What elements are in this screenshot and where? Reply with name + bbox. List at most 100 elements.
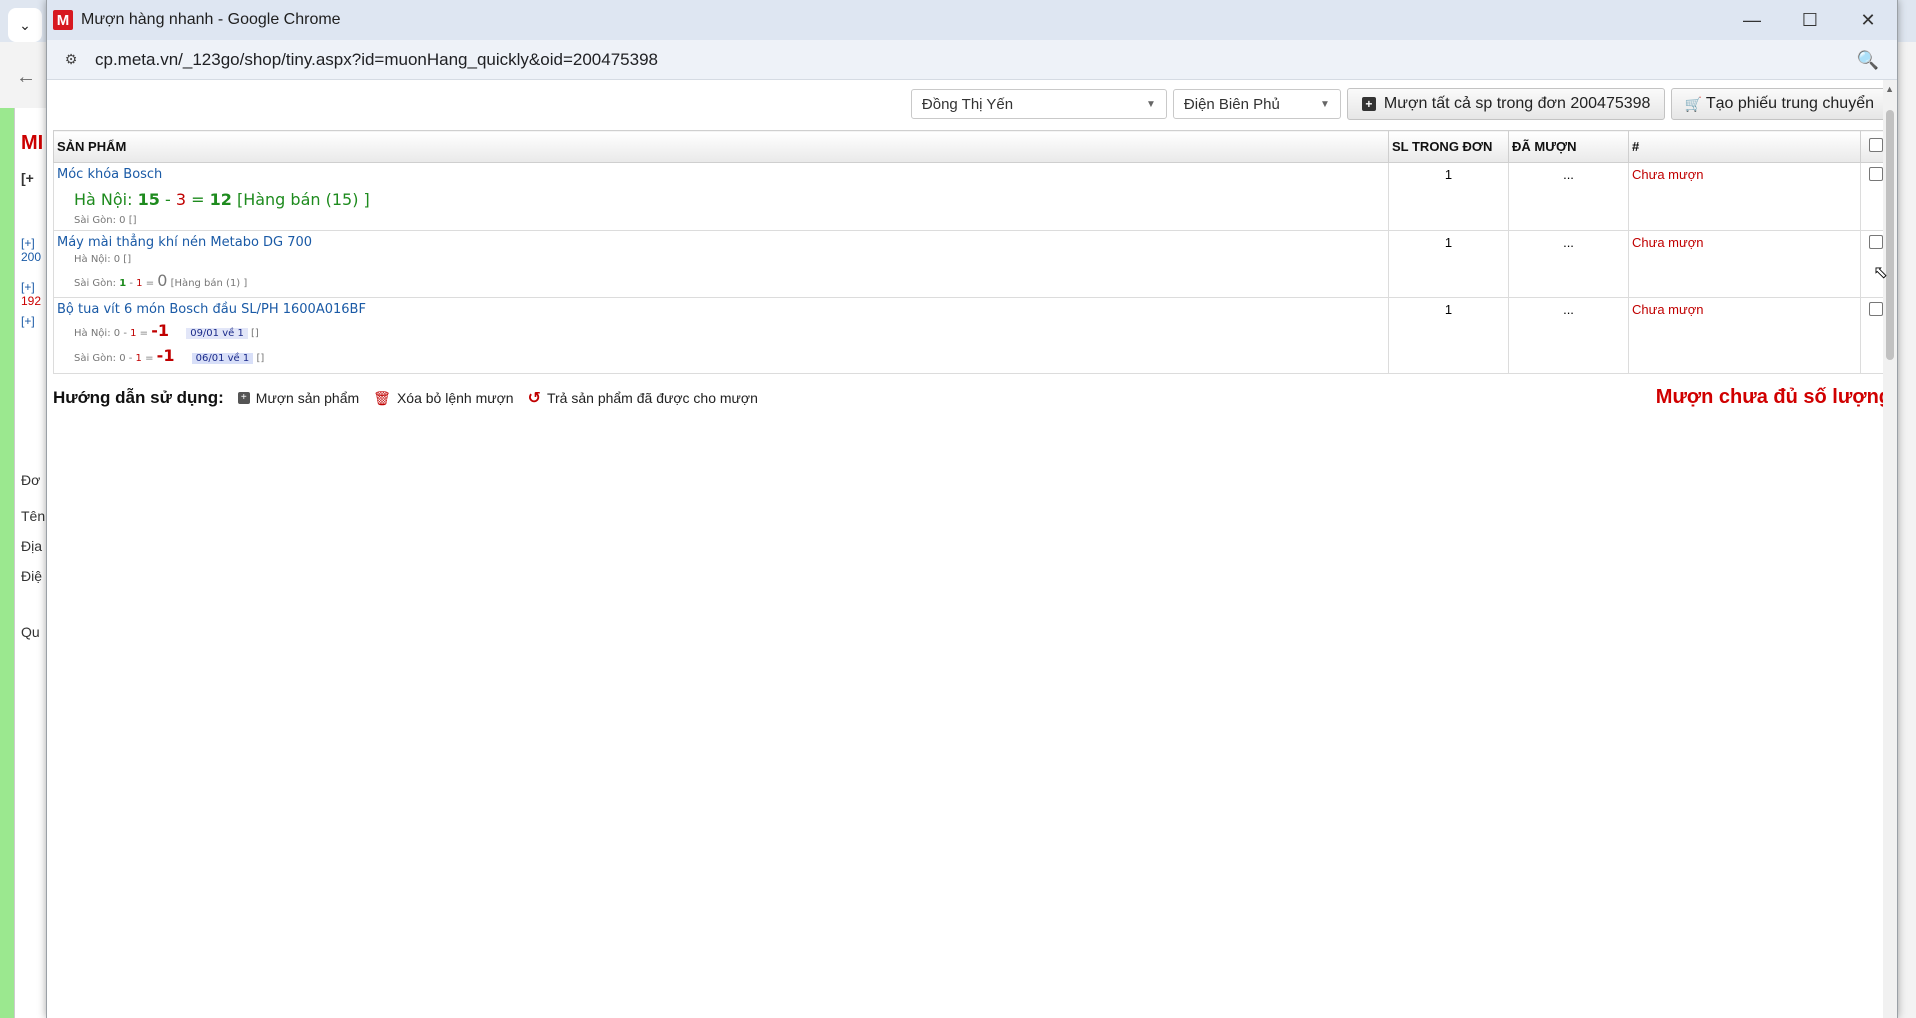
stock-saigon: Sài Gòn: 1 - 1 = 0 [Hàng bán (1) ] bbox=[74, 271, 248, 290]
qty-cell: 1 bbox=[1388, 297, 1509, 374]
stock-result: 0 bbox=[157, 271, 168, 290]
guide-borrow-label: Mượn sản phẩm bbox=[255, 390, 360, 406]
stock-saigon: Sài Gòn: 0 [] bbox=[74, 215, 137, 226]
bg-text: [+ bbox=[21, 170, 34, 186]
scroll-thumb[interactable] bbox=[1886, 110, 1894, 360]
stock-value: 0 bbox=[113, 328, 121, 339]
create-transfer-button[interactable]: 🛒 Tạo phiếu trung chuyển bbox=[1671, 88, 1887, 120]
background-green-bar bbox=[0, 108, 14, 1018]
guide-return: ↺ Trả sản phẩm đã được cho mượn bbox=[528, 388, 758, 408]
bg-text: Qu bbox=[21, 624, 40, 640]
row-checkbox[interactable] bbox=[1868, 167, 1883, 181]
stock-value: 1 bbox=[119, 278, 127, 289]
bg-text: [+] bbox=[21, 314, 35, 328]
trash-icon: 🗑 bbox=[373, 389, 391, 406]
bg-text: Địa bbox=[21, 538, 43, 554]
product-name-link[interactable]: Bộ tua vít 6 món Bosch đầu SL/PH 1600A01… bbox=[57, 302, 1385, 317]
stock-value: 15 bbox=[137, 190, 160, 209]
status-cell: Chưa mượn bbox=[1628, 230, 1861, 298]
popup-window: M Mượn hàng nhanh - Google Chrome — ☐ ✕ … bbox=[46, 0, 1898, 1018]
qty-cell: 1 bbox=[1388, 230, 1509, 298]
undo-icon: ↺ bbox=[527, 390, 541, 407]
stock-hanoi: Hà Nội: 0 [] bbox=[74, 254, 132, 265]
bg-text: Điệ bbox=[21, 568, 43, 584]
vertical-scrollbar[interactable]: ▲ bbox=[1883, 80, 1897, 1018]
col-product: SẢN PHẨM bbox=[53, 130, 1389, 163]
stock-value: 0 bbox=[119, 353, 126, 364]
site-info-icon[interactable]: ⚙ bbox=[61, 50, 81, 70]
chevron-down-icon: ▼ bbox=[1146, 98, 1156, 110]
product-name-link[interactable]: Móc khóa Bosch bbox=[57, 167, 1385, 182]
borrow-table: SẢN PHẨM SL TRONG ĐƠN ĐÃ MƯỢN # Móc khóa… bbox=[53, 130, 1891, 374]
row-checkbox[interactable] bbox=[1868, 302, 1883, 316]
guide-return-label: Trả sản phẩm đã được cho mượn bbox=[546, 390, 758, 406]
stock-result: -1 bbox=[151, 321, 170, 340]
status-cell: Chưa mượn bbox=[1628, 297, 1861, 374]
bg-text: [+] bbox=[21, 236, 35, 250]
warning-message: Mượn chưa đủ số lượng bbox=[1655, 386, 1891, 408]
stock-note: [] bbox=[251, 328, 259, 339]
address-bar: ⚙ cp.meta.vn/_123go/shop/tiny.aspx?id=mu… bbox=[47, 40, 1897, 80]
guide-delete: 🗑 Xóa bỏ lệnh mượn bbox=[373, 390, 513, 407]
title-bar: M Mượn hàng nhanh - Google Chrome — ☐ ✕ bbox=[47, 0, 1897, 40]
row-checkbox[interactable] bbox=[1868, 235, 1883, 249]
minimize-icon[interactable]: — bbox=[1723, 0, 1781, 40]
stock-note: [Hàng bán (1) ] bbox=[170, 278, 248, 289]
bg-text: Đơ bbox=[21, 472, 41, 488]
borrowed-cell[interactable]: ... bbox=[1508, 297, 1629, 374]
back-arrow-icon[interactable]: ← bbox=[16, 66, 36, 89]
cart-icon: 🛒 bbox=[1684, 95, 1702, 112]
table-row: Móc khóa Bosch Hà Nội: 15 - 3 = 12 [Hàng… bbox=[53, 162, 1891, 231]
app-logo-icon: M bbox=[53, 10, 73, 30]
branch-select-value: Điện Biên Phủ bbox=[1183, 95, 1280, 113]
qty-cell: 1 bbox=[1388, 162, 1509, 231]
url-text[interactable]: cp.meta.vn/_123go/shop/tiny.aspx?id=muon… bbox=[95, 50, 658, 70]
stock-hanoi: Hà Nội: 15 - 3 = 12 [Hàng bán (15) ] bbox=[74, 190, 370, 209]
table-header-row: SẢN PHẨM SL TRONG ĐƠN ĐÃ MƯỢN # bbox=[53, 130, 1891, 163]
col-qty-in-order: SL TRONG ĐƠN bbox=[1388, 130, 1509, 163]
table-row: Máy mài thẳng khí nén Metabo DG 700 Hà N… bbox=[53, 230, 1891, 298]
plus-square-icon: + bbox=[237, 392, 250, 404]
stock-note: [] bbox=[256, 353, 265, 364]
borrow-all-button[interactable]: + Mượn tất cả sp trong đơn 200475398 bbox=[1346, 88, 1666, 120]
col-status: # bbox=[1628, 130, 1861, 163]
mouse-cursor-icon: ⬁ bbox=[1873, 262, 1889, 282]
bg-text: 192 bbox=[21, 294, 42, 308]
bg-text: [+] bbox=[21, 280, 35, 294]
window-title: Mượn hàng nhanh - Google Chrome bbox=[81, 11, 341, 28]
close-icon[interactable]: ✕ bbox=[1839, 0, 1897, 40]
background-strip: MI [+ [+] 200 [+] 192 [+] Đơ Tên Địa Điệ… bbox=[14, 108, 48, 1018]
restock-tag: 06/01 về 1 bbox=[191, 353, 254, 364]
table-row: Bộ tua vít 6 món Bosch đầu SL/PH 1600A01… bbox=[53, 297, 1891, 374]
guide-borrow: + Mượn sản phẩm bbox=[237, 390, 360, 406]
plus-square-icon: + bbox=[1361, 97, 1376, 111]
usage-guide: Hướng dẫn sử dụng: + Mượn sản phẩm 🗑 Xóa… bbox=[53, 386, 1891, 410]
borrowed-cell[interactable]: ... bbox=[1508, 162, 1629, 231]
window-controls: — ☐ ✕ bbox=[1723, 0, 1897, 40]
maximize-icon[interactable]: ☐ bbox=[1781, 0, 1839, 40]
product-cell: Máy mài thẳng khí nén Metabo DG 700 Hà N… bbox=[53, 230, 1389, 298]
stock-label: Sài Gòn: bbox=[74, 278, 117, 289]
stock-hanoi: Hà Nội: 0 - 1 = -1 09/01 về 1 [] bbox=[74, 321, 259, 340]
guide-delete-label: Xóa bỏ lệnh mượn bbox=[396, 390, 514, 406]
stock-saigon: Sài Gòn: 0 - 1 = -1 06/01 về 1 [] bbox=[74, 346, 265, 365]
borrowed-cell[interactable]: ... bbox=[1508, 230, 1629, 298]
bg-text: MI bbox=[21, 132, 44, 154]
product-name-link[interactable]: Máy mài thẳng khí nén Metabo DG 700 bbox=[57, 235, 1385, 250]
toolbar: Đồng Thị Yến ▼ Điện Biên Phủ ▼ + Mượn tấ… bbox=[53, 80, 1891, 128]
select-all-checkbox[interactable] bbox=[1868, 138, 1883, 152]
col-borrowed: ĐÃ MƯỢN bbox=[1508, 130, 1629, 163]
stock-label: Sài Gòn: bbox=[74, 353, 117, 364]
tab-search-chevron-icon[interactable]: ⌄ bbox=[8, 8, 42, 42]
zoom-icon[interactable]: 🔍 bbox=[1857, 50, 1879, 71]
employee-select-value: Đồng Thị Yến bbox=[921, 95, 1014, 113]
stock-minus: 1 bbox=[135, 353, 142, 364]
create-transfer-label: Tạo phiếu trung chuyển bbox=[1705, 95, 1874, 112]
branch-select[interactable]: Điện Biên Phủ ▼ bbox=[1172, 89, 1341, 119]
product-cell: Bộ tua vít 6 món Bosch đầu SL/PH 1600A01… bbox=[53, 297, 1389, 374]
scroll-up-arrow-icon[interactable]: ▲ bbox=[1885, 84, 1894, 94]
employee-select[interactable]: Đồng Thị Yến ▼ bbox=[910, 89, 1167, 119]
stock-minus: 3 bbox=[175, 190, 187, 209]
bg-text: 200 bbox=[21, 250, 42, 264]
main-content: Đồng Thị Yến ▼ Điện Biên Phủ ▼ + Mượn tấ… bbox=[47, 80, 1897, 1018]
